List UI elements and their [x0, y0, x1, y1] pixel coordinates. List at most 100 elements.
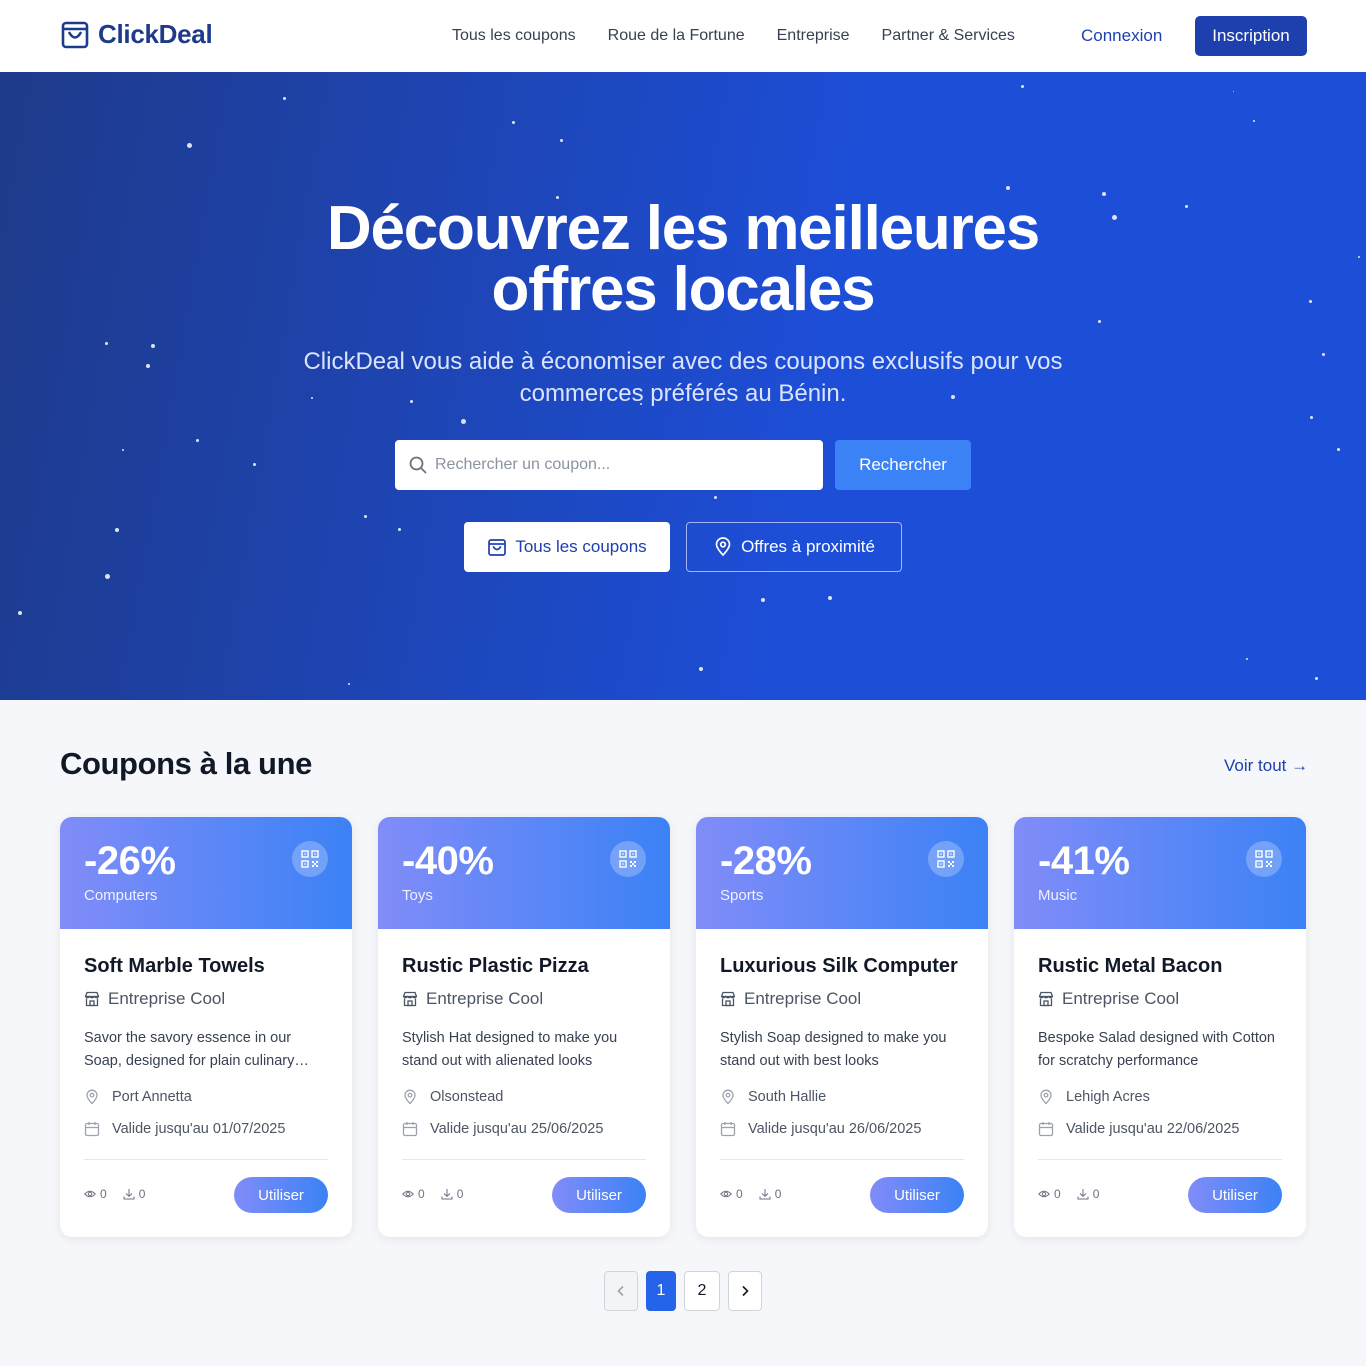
coupon-title[interactable]: Rustic Plastic Pizza — [402, 955, 589, 978]
login-link[interactable]: Connexion — [1081, 26, 1162, 46]
store-icon — [1038, 991, 1054, 1007]
chevron-left-icon — [617, 1285, 624, 1297]
coupon-stats: 0 0 — [402, 1187, 479, 1201]
coupon-description-text: Stylish Soap designed to make you stand … — [720, 1030, 947, 1069]
coupon-vendor-name: Entreprise Cool — [1062, 989, 1180, 1008]
coupon-card-header: -26% Computers — [60, 817, 352, 929]
star-dot — [1021, 85, 1024, 88]
hero-banner: Découvrez les meilleures offres locales … — [0, 72, 1366, 700]
coupon-validity-date: Valide jusqu'au 26/06/2025 — [748, 1121, 922, 1137]
coupon-location-name: Olsonstead — [430, 1089, 504, 1105]
coupon-validity: Valide jusqu'au 25/06/2025 — [402, 1121, 603, 1137]
coupon-validity: Valide jusqu'au 01/07/2025 — [84, 1121, 285, 1137]
coupon-stats: 0 0 — [84, 1187, 161, 1201]
use-coupon-button[interactable]: Utiliser — [1188, 1177, 1282, 1213]
qr-code-button[interactable] — [610, 841, 646, 877]
previous-page-button[interactable] — [604, 1271, 638, 1311]
views-stat: 0 — [402, 1187, 425, 1201]
coupon-location: South Hallie — [720, 1089, 826, 1105]
star-dot — [18, 611, 22, 615]
views-stat: 0 — [84, 1187, 107, 1201]
use-coupon-button[interactable]: Utiliser — [870, 1177, 964, 1213]
download-icon — [441, 1189, 453, 1200]
qr-code-icon — [619, 850, 637, 868]
coupon-location-name: Port Annetta — [112, 1089, 192, 1105]
page-button-2[interactable]: 2 — [684, 1271, 720, 1311]
hero-title-line2: offres locales — [491, 255, 876, 324]
brand-logo[interactable]: ClickDeal — [60, 18, 213, 50]
coupon-discount: -28% — [720, 839, 812, 883]
downloads-count: 0 — [1092, 1187, 1100, 1201]
page-button-1[interactable]: 1 — [646, 1271, 676, 1311]
star-dot — [115, 528, 119, 532]
coupon-discount: -41% — [1038, 839, 1130, 883]
star-dot — [146, 364, 150, 368]
star-dot — [151, 344, 155, 348]
nav-link-partner-services[interactable]: Partner & Services — [882, 27, 1015, 45]
use-coupon-button[interactable]: Utiliser — [552, 1177, 646, 1213]
qr-code-button[interactable] — [928, 841, 964, 877]
hero-subtitle: ClickDeal vous aide à économiser avec de… — [303, 348, 1063, 407]
star-dot — [105, 574, 110, 579]
qr-code-icon — [937, 850, 955, 868]
signup-button[interactable]: Inscription — [1195, 16, 1307, 56]
coupon-location-name: Lehigh Acres — [1066, 1089, 1150, 1105]
coupon-title[interactable]: Soft Marble Towels — [84, 955, 265, 978]
views-stat: 0 — [1038, 1187, 1061, 1201]
use-coupon-button[interactable]: Utiliser — [234, 1177, 328, 1213]
coupon-description: Bespoke Salad designed with Cotton for s… — [1038, 1027, 1282, 1073]
search-input[interactable] — [435, 440, 815, 490]
star-dot — [1098, 320, 1101, 323]
map-pin-icon — [722, 1089, 734, 1105]
coupon-category: Sports — [720, 887, 764, 904]
calendar-icon — [1038, 1122, 1054, 1137]
star-dot — [828, 596, 832, 600]
see-all-link[interactable]: Voir tout → — [1224, 756, 1308, 776]
coupon-description-text: Stylish Hat designed to make you stand o… — [402, 1030, 618, 1069]
pagination: 1 2 — [604, 1271, 762, 1311]
next-page-button[interactable] — [728, 1271, 762, 1311]
featured-section-title: Coupons à la une — [60, 746, 312, 781]
star-dot — [1233, 91, 1234, 92]
store-icon — [402, 991, 418, 1007]
qr-code-button[interactable] — [292, 841, 328, 877]
coupon-title[interactable]: Luxurious Silk Computer — [720, 955, 958, 978]
downloads-count: 0 — [138, 1187, 146, 1201]
coupon-description-text: Bespoke Salad designed with Cotton for s… — [1038, 1030, 1275, 1069]
shopping-bag-icon — [61, 21, 89, 49]
nearby-offers-button[interactable]: Offres à proximité — [686, 522, 902, 572]
store-icon — [84, 991, 100, 1007]
downloads-count: 0 — [456, 1187, 464, 1201]
eye-icon — [84, 1190, 96, 1198]
star-dot — [1310, 416, 1313, 419]
coupon-card-3[interactable]: -28% Sports Luxurious Silk Computer Entr… — [696, 817, 988, 1237]
star-dot — [761, 598, 765, 602]
downloads-stat: 0 — [123, 1187, 146, 1201]
star-dot — [512, 121, 515, 124]
qr-code-icon — [1255, 850, 1273, 868]
nav-link-entreprise[interactable]: Entreprise — [777, 27, 850, 45]
all-coupons-button[interactable]: Tous les coupons — [464, 522, 670, 572]
download-icon — [123, 1189, 135, 1200]
coupon-vendor: Entreprise Cool — [402, 989, 543, 1009]
eye-icon — [720, 1190, 732, 1198]
nav-link-all-coupons[interactable]: Tous les coupons — [452, 27, 576, 45]
coupon-card-1[interactable]: -26% Computers Soft Marble Towels Entrep… — [60, 817, 352, 1237]
coupon-validity-date: Valide jusqu'au 01/07/2025 — [112, 1121, 286, 1137]
coupon-description: Stylish Hat designed to make you stand o… — [402, 1027, 646, 1073]
nav-link-wheel-of-fortune[interactable]: Roue de la Fortune — [608, 27, 745, 45]
map-pin-icon — [715, 537, 731, 557]
star-dot — [714, 496, 717, 499]
qr-code-button[interactable] — [1246, 841, 1282, 877]
downloads-stat: 0 — [759, 1187, 781, 1201]
coupon-card-4[interactable]: -41% Music Rustic Metal Bacon Entreprise… — [1014, 817, 1306, 1237]
coupon-discount: -26% — [84, 839, 176, 883]
coupon-vendor: Entreprise Cool — [1038, 989, 1179, 1009]
download-icon — [1077, 1189, 1089, 1200]
coupon-card-2[interactable]: -40% Toys Rustic Plastic Pizza Entrepris… — [378, 817, 670, 1237]
star-dot — [122, 449, 124, 451]
coupon-discount: -40% — [402, 839, 494, 883]
coupon-title[interactable]: Rustic Metal Bacon — [1038, 955, 1222, 978]
search-button[interactable]: Rechercher — [835, 440, 971, 490]
hero-title: Découvrez les meilleures offres locales — [0, 198, 1366, 321]
